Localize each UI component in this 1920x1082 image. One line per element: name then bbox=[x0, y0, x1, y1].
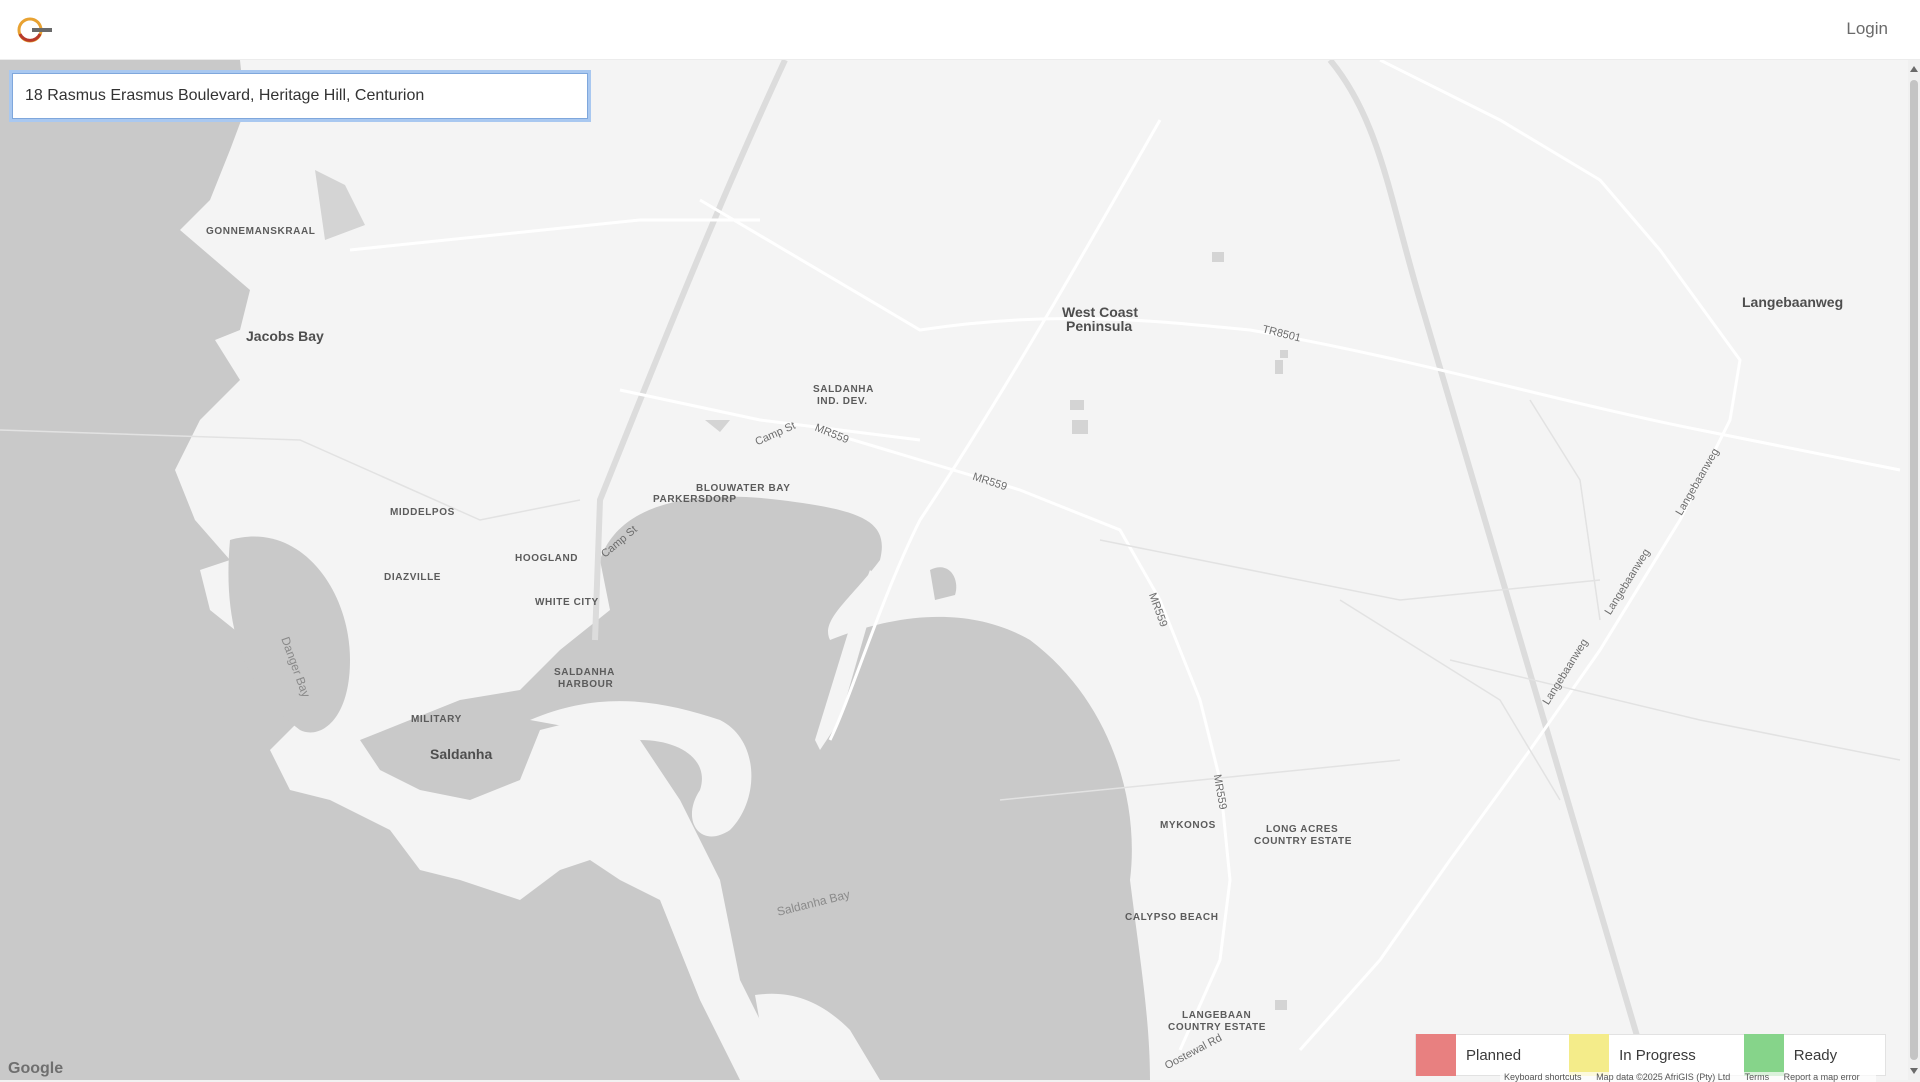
page-scrollbar[interactable] bbox=[1908, 60, 1920, 1080]
legend-label: In Progress bbox=[1619, 1046, 1696, 1064]
map-attribution: Keyboard shortcuts Map data ©2025 AfriGI… bbox=[1500, 1072, 1876, 1082]
terms-link[interactable]: Terms bbox=[1745, 1072, 1770, 1082]
place-label: PARKERSDORP bbox=[653, 494, 737, 505]
address-search[interactable] bbox=[9, 70, 591, 122]
place-label: HARBOUR bbox=[558, 679, 614, 690]
legend-item-planned: Planned bbox=[1416, 1034, 1569, 1076]
status-legend: Planned In Progress Ready bbox=[1415, 1034, 1887, 1076]
place-label: MILITARY bbox=[411, 714, 462, 725]
legend-label: Planned bbox=[1466, 1046, 1522, 1064]
place-label: SALDANHA bbox=[813, 384, 874, 395]
place-label: LONG ACRES bbox=[1266, 824, 1339, 835]
legend-item-ready: Ready bbox=[1743, 1034, 1885, 1076]
legend-item-in-progress: In Progress bbox=[1569, 1034, 1744, 1076]
keyboard-shortcuts-link[interactable]: Keyboard shortcuts bbox=[1504, 1072, 1582, 1082]
place-label: IND. DEV. bbox=[817, 396, 868, 407]
place-label: MIDDELPOS bbox=[390, 507, 455, 518]
top-bar: Login bbox=[0, 0, 1920, 60]
place-label: SALDANHA bbox=[554, 667, 615, 678]
map-data-notice: Map data ©2025 AfriGIS (Pty) Ltd bbox=[1596, 1072, 1731, 1082]
place-label: Saldanha bbox=[430, 746, 493, 762]
place-label: DIAZVILLE bbox=[384, 572, 442, 583]
map-tiles bbox=[0, 60, 1901, 1080]
place-label: Langebaanweg bbox=[1742, 294, 1844, 310]
place-label: HOOGLAND bbox=[515, 553, 579, 564]
place-label: CALYPSO BEACH bbox=[1125, 912, 1219, 923]
legend-swatch-in-progress bbox=[1569, 1034, 1610, 1076]
place-label: Peninsula bbox=[1066, 318, 1133, 334]
legend-swatch-ready bbox=[1743, 1034, 1784, 1076]
scroll-thumb[interactable] bbox=[1910, 80, 1918, 1060]
scroll-up-arrow-icon[interactable] bbox=[1910, 66, 1918, 72]
place-label: BLOUWATER BAY bbox=[696, 483, 791, 494]
legend-label: Ready bbox=[1793, 1046, 1838, 1064]
report-map-error-link[interactable]: Report a map error bbox=[1784, 1072, 1860, 1082]
place-label: COUNTRY ESTATE bbox=[1254, 836, 1353, 847]
place-label: MYKONOS bbox=[1160, 820, 1216, 831]
login-link[interactable]: Login bbox=[1846, 19, 1888, 39]
google-logo[interactable]: Google bbox=[8, 1060, 63, 1078]
map-canvas[interactable]: GONNEMANSKRAAL Jacobs Bay West Coast Pen… bbox=[0, 60, 1908, 1080]
scroll-down-arrow-icon[interactable] bbox=[1910, 1068, 1918, 1074]
address-search-input[interactable] bbox=[12, 73, 588, 119]
company-logo-icon[interactable] bbox=[14, 14, 54, 46]
legend-swatch-planned bbox=[1416, 1034, 1456, 1076]
place-label: WHITE CITY bbox=[535, 597, 599, 608]
place-label: GONNEMANSKRAAL bbox=[206, 226, 316, 237]
place-label: Jacobs Bay bbox=[246, 328, 324, 344]
place-label: LANGEBAAN bbox=[1182, 1010, 1252, 1021]
